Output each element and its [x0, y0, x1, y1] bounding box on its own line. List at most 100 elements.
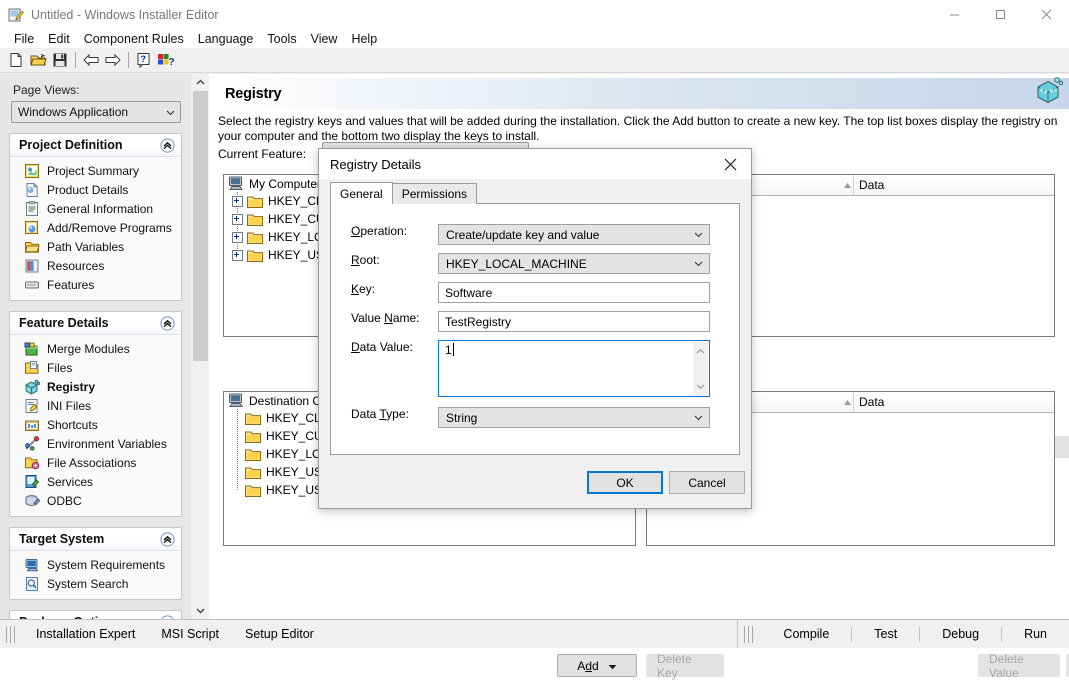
group-body: System Requirements System Search	[10, 551, 181, 599]
run-button[interactable]: Run	[1002, 627, 1069, 641]
collapse-chevron-icon[interactable]	[160, 137, 175, 153]
minimize-button[interactable]	[931, 0, 977, 29]
key-label: Key:	[351, 282, 376, 296]
key-input[interactable]: Software	[438, 282, 710, 303]
sidebar-item-shortcuts[interactable]: Shortcuts	[10, 415, 181, 434]
close-button[interactable]	[1023, 0, 1069, 29]
collapse-chevron-icon[interactable]	[160, 315, 175, 331]
menu-component-rules[interactable]: Component Rules	[77, 31, 191, 47]
computer-icon	[228, 176, 245, 191]
files-icon	[24, 360, 40, 376]
group-header[interactable]: Target System	[10, 528, 181, 551]
data-type-select[interactable]: String	[438, 407, 710, 428]
registry-page-icon	[1035, 76, 1064, 104]
sidebar-item-environment-variables[interactable]: Environment Variables	[10, 434, 181, 453]
textarea-scrollbar[interactable]	[693, 342, 708, 395]
sidebar-item-files[interactable]: Files	[10, 358, 181, 377]
sidebar-item-features[interactable]: Features	[10, 275, 181, 294]
menu-tools[interactable]: Tools	[260, 31, 303, 47]
sidebar-item-system-requirements[interactable]: System Requirements	[10, 555, 181, 574]
value-name-input[interactable]: TestRegistry	[438, 311, 710, 332]
menu-edit[interactable]: Edit	[41, 31, 77, 47]
data-value-textarea[interactable]: 1	[438, 340, 710, 397]
expand-plus-icon[interactable]	[232, 249, 243, 261]
sidebar-item-label: Services	[47, 474, 94, 489]
window-title: Untitled - Windows Installer Editor	[31, 7, 219, 22]
sidebar-item-file-associations[interactable]: File Associations	[10, 453, 181, 472]
sidebar-scrollbar[interactable]	[191, 74, 208, 619]
sidebar-item-services[interactable]: Services	[10, 472, 181, 491]
sort-ascending-icon[interactable]	[842, 175, 853, 195]
add-button[interactable]: Add	[557, 654, 637, 677]
help-context-icon[interactable]: ?	[155, 50, 177, 71]
group-header[interactable]: Package Options	[10, 611, 181, 619]
sort-ascending-icon[interactable]	[842, 392, 853, 412]
close-icon[interactable]	[709, 149, 751, 179]
save-icon[interactable]	[49, 50, 71, 71]
drag-grip-icon[interactable]	[6, 625, 15, 643]
open-icon[interactable]	[27, 50, 49, 71]
tab-setup-editor[interactable]: Setup Editor	[232, 627, 327, 641]
menu-view[interactable]: View	[304, 31, 345, 47]
sidebar-item-label: Resources	[47, 258, 105, 273]
ok-button[interactable]: OK	[587, 471, 663, 494]
collapse-chevron-icon[interactable]	[160, 531, 175, 547]
sidebar-item-registry[interactable]: Registry	[10, 377, 181, 396]
page-views-select[interactable]: Windows Application	[11, 101, 181, 123]
tab-permissions[interactable]: Permissions	[391, 183, 478, 204]
sidebar-item-add-remove-programs[interactable]: Add/Remove Programs	[10, 218, 181, 237]
root-select[interactable]: HKEY_LOCAL_MACHINE	[438, 253, 710, 274]
drag-grip-icon[interactable]	[744, 625, 754, 643]
expand-plus-icon[interactable]	[232, 213, 243, 225]
sidebar-item-path-variables[interactable]: Path Variables	[10, 237, 181, 256]
sidebar-item-project-summary[interactable]: Project Summary	[10, 161, 181, 180]
sidebar-item-odbc[interactable]: ODBC	[10, 491, 181, 510]
cancel-button[interactable]: Cancel	[669, 471, 745, 494]
window-controls	[931, 0, 1069, 29]
menu-language[interactable]: Language	[191, 31, 261, 47]
sidebar-item-system-search[interactable]: System Search	[10, 574, 181, 593]
data-type-row: Data Type: String	[331, 407, 741, 428]
expand-plus-icon[interactable]	[232, 231, 243, 243]
maximize-button[interactable]	[977, 0, 1023, 29]
operation-select[interactable]: Create/update key and value	[438, 224, 710, 245]
sidebar-item-label: Path Variables	[47, 239, 125, 254]
tree-node-label: HKEY_CL	[266, 411, 321, 425]
scroll-up-icon[interactable]	[192, 74, 209, 91]
expand-plus-icon[interactable]	[232, 195, 243, 207]
chevron-down-icon	[693, 229, 704, 240]
new-icon[interactable]	[5, 50, 27, 71]
debug-button[interactable]: Debug	[920, 627, 1001, 641]
menu-help[interactable]: Help	[344, 31, 384, 47]
sidebar-item-general-information[interactable]: General Information	[10, 199, 181, 218]
scroll-down-icon[interactable]	[696, 379, 705, 393]
scroll-up-icon[interactable]	[696, 344, 705, 358]
sidebar-item-product-details[interactable]: Product Details	[10, 180, 181, 199]
delete-key-button[interactable]: Delete Key	[646, 652, 724, 680]
sidebar-item-label: Product Details	[47, 182, 129, 197]
group-header[interactable]: Project Definition	[10, 134, 181, 157]
delete-value-button[interactable]: Delete Value	[978, 652, 1060, 680]
sidebar-item-resources[interactable]: Resources	[10, 256, 181, 275]
menu-file[interactable]: File	[7, 31, 41, 47]
chevron-down-icon[interactable]	[608, 659, 617, 673]
help-icon[interactable]: ?	[133, 50, 155, 71]
sidebar-item-merge-modules[interactable]: Merge Modules	[10, 339, 181, 358]
compile-button[interactable]: Compile	[761, 627, 851, 641]
back-icon[interactable]	[80, 50, 102, 71]
sidebar-item-label: INI Files	[47, 398, 92, 413]
tree-line	[237, 463, 238, 481]
test-button[interactable]: Test	[852, 627, 919, 641]
sidebar-item-ini-files[interactable]: INI Files	[10, 396, 181, 415]
group-header[interactable]: Feature Details	[10, 312, 181, 335]
toolbar-separator	[75, 52, 76, 68]
tab-general[interactable]: General	[330, 182, 393, 204]
tab-installation-expert[interactable]: Installation Expert	[23, 627, 148, 641]
tab-msi-script[interactable]: MSI Script	[148, 627, 232, 641]
text-caret	[452, 343, 454, 356]
forward-icon[interactable]	[102, 50, 124, 71]
scroll-down-icon[interactable]	[192, 602, 209, 619]
environment-variables-icon	[24, 435, 40, 452]
scrollbar-thumb[interactable]	[193, 91, 208, 361]
tree-node-label: HKEY_CL	[268, 194, 323, 208]
